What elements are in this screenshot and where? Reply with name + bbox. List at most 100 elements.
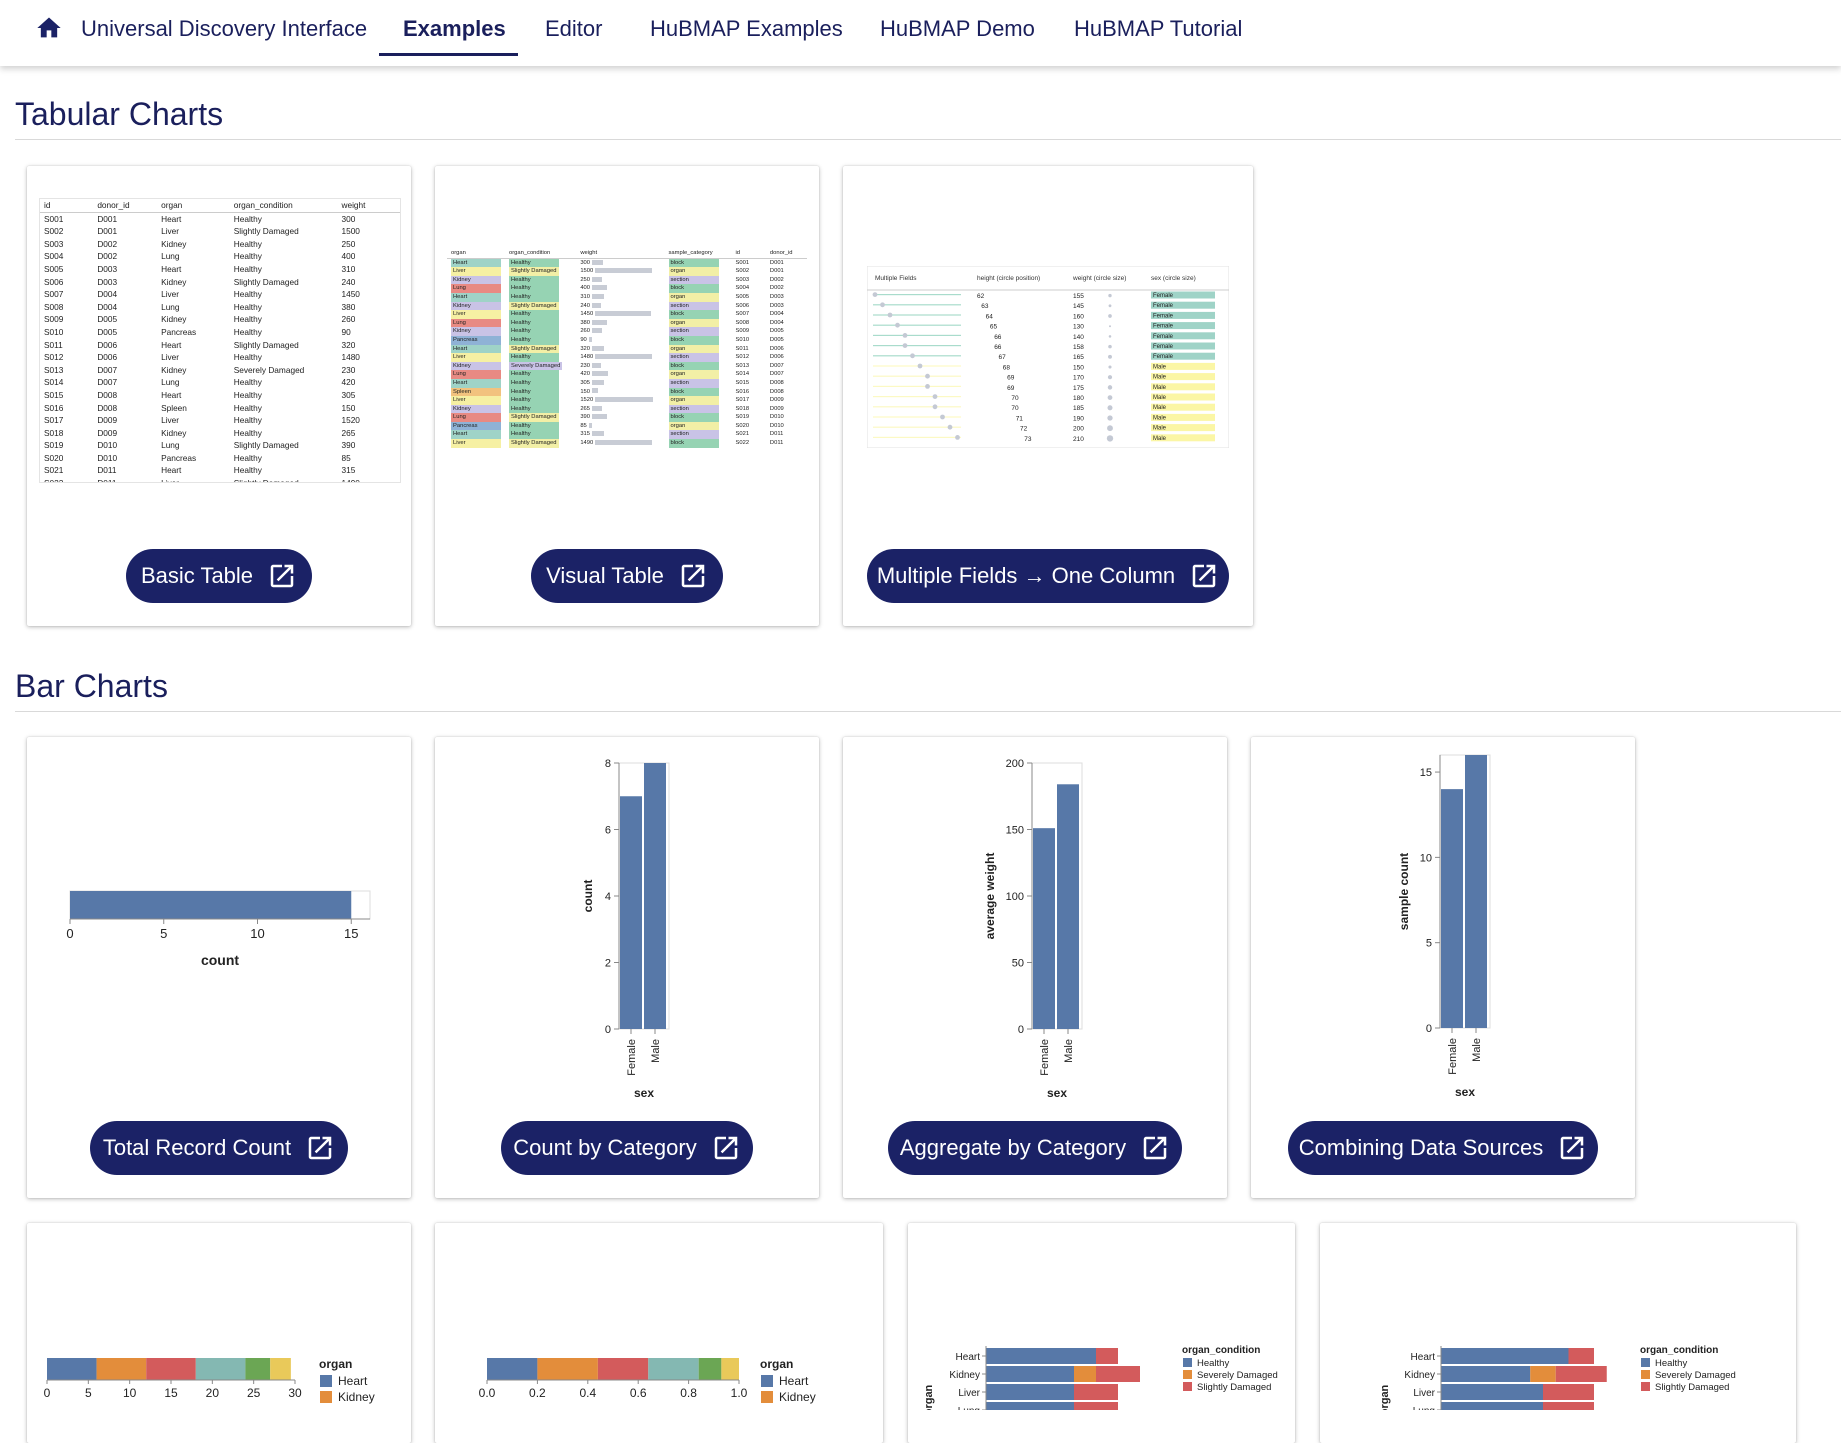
weight-dot (1107, 425, 1113, 432)
category-chip: organ (668, 292, 719, 302)
brand-link[interactable]: Universal Discovery Interface (81, 16, 367, 42)
category-chip: organ (668, 370, 719, 379)
open-in-new-icon (681, 564, 705, 588)
open-in-new-icon (1143, 1136, 1167, 1160)
legend-swatch (1641, 1358, 1650, 1367)
column-header: Multiple Fields (875, 275, 917, 282)
weight-value: 85 (580, 422, 587, 429)
table-row: Liver Healthy 1450 block S007 D004 (447, 310, 807, 319)
category-chip: organ (668, 267, 719, 276)
organ-chip: Liver (451, 396, 501, 405)
table-cell: 265 (341, 427, 356, 438)
multiple-fields-preview: Multiple Fields height (circle position) w… (867, 266, 1229, 448)
table-row: S006 D003 Kidney Slightly Damaged 240 (40, 276, 400, 289)
bar-segment (195, 1358, 246, 1380)
sex-value: Female (1153, 303, 1174, 309)
table-cell: S009 (44, 314, 64, 325)
category-chip: block (668, 387, 719, 397)
tab-hubmap-demo[interactable]: HuBMAP Demo (880, 16, 1035, 42)
basic-table-button[interactable]: Basic Table (126, 549, 312, 603)
condition-chip: Healthy (509, 370, 559, 379)
table-cell: D001 (769, 259, 784, 266)
table-cell: 90 (576, 336, 664, 345)
column-header: height (circle position) (977, 275, 1040, 282)
table-cell: S005 (735, 293, 750, 300)
table-cell: Healthy (233, 402, 262, 413)
weight-bar (592, 293, 604, 299)
card-combining-data-sources: Female Male 0 5 10 15 sex sample count Combinin… (1251, 737, 1635, 1198)
legend-title: organ_condition (1640, 1345, 1718, 1356)
condition-chip: Healthy (509, 387, 559, 397)
table-cell: S019 (44, 440, 64, 451)
column-header: sample_category (664, 249, 732, 259)
aggregate-by-category-button[interactable]: Aggregate by Category (888, 1121, 1182, 1175)
tab-hubmap-examples[interactable]: HuBMAP Examples (650, 16, 843, 42)
table-cell: D007 (97, 364, 118, 375)
table-cell: S007 (735, 311, 750, 318)
weight-bar (592, 362, 601, 368)
organ-chip: Kidney (451, 404, 501, 414)
weight-value: 190 (1073, 415, 1084, 422)
tab-examples[interactable]: Examples (403, 16, 506, 42)
tab-editor[interactable]: Editor (545, 16, 602, 42)
legend-label: Slightly Damaged (1655, 1382, 1729, 1393)
table-cell: S016 (735, 388, 750, 395)
combining-data-sources-button[interactable]: Combining Data Sources (1288, 1121, 1598, 1175)
bar-segment (1530, 1366, 1556, 1382)
legend-label: Heart (338, 1374, 368, 1388)
table-row: S020 D010 Pancreas Healthy 85 (40, 452, 400, 465)
weight-value: 240 (580, 302, 590, 309)
weight-dot (1108, 293, 1112, 298)
bar-segment (698, 1358, 722, 1380)
table-cell: Pancreas (161, 452, 197, 463)
chart-aggregate-by-category: Female Male 0 50 100 150 200 sex average weight (983, 758, 1083, 1100)
table-cell: S009 (735, 328, 750, 335)
category-chip: block (668, 413, 719, 422)
chart-stacked-condition-2: Heart Kidney Liver Lung organ organ_condition… (1379, 1345, 1736, 1410)
table-row: Kidney Severely Damaged 230 block S013 D007 (447, 361, 807, 371)
table-cell: S007 (44, 289, 64, 300)
weight-bar (592, 431, 605, 437)
bar-segment (270, 1358, 291, 1380)
visual-table-label: Visual Table (546, 563, 664, 588)
home-icon[interactable] (34, 14, 64, 42)
height-value: 62 (977, 293, 985, 300)
weight-value: 175 (1073, 385, 1084, 392)
table-row: S019 D010 Lung Slightly Damaged 390 (40, 439, 400, 452)
weight-bar (592, 345, 605, 351)
table-cell: 1450 (576, 310, 664, 319)
bar-segment (537, 1358, 598, 1380)
table-cell: Heart (447, 344, 505, 354)
table-cell: D009 (97, 427, 118, 438)
row-line (873, 304, 961, 306)
x-tick-label: 15 (164, 1386, 178, 1400)
multiple-fields-button[interactable]: Multiple Fields → One Column (867, 549, 1229, 603)
table-row: S016 D008 Spleen Healthy 150 (40, 402, 400, 415)
visual-table-button[interactable]: Visual Table (531, 549, 723, 603)
card-stacked-condition-1: Heart Kidney Liver Lung organ organ_condition… (908, 1223, 1295, 1443)
condition-chip: Healthy (509, 404, 559, 414)
table-cell: S005 (44, 263, 64, 274)
table-row: S014 D007 Lung Healthy 420 (40, 376, 400, 389)
table-cell: Healthy (505, 335, 576, 345)
x-tick-label: 0.4 (579, 1386, 596, 1400)
table-cell: Healthy (233, 452, 262, 463)
table-cell: Heart (447, 292, 505, 302)
table-cell: D007 (769, 371, 784, 378)
table-cell: 310 (576, 293, 664, 302)
weight-bar (595, 311, 651, 317)
bar (1057, 784, 1079, 1029)
weight-value: 155 (1073, 293, 1084, 300)
y-tick-label: Heart (956, 1352, 981, 1363)
table-cell: Heart (161, 389, 182, 400)
table-cell: S008 (735, 319, 750, 326)
bar-segment (1441, 1366, 1531, 1382)
table-row: Pancreas Healthy 90 block S010 D005 (447, 335, 807, 345)
count-by-category-button[interactable]: Count by Category (501, 1121, 753, 1175)
x-tick-label: 20 (206, 1386, 220, 1400)
total-record-count-button[interactable]: Total Record Count (90, 1121, 348, 1175)
table-cell: organ (665, 318, 732, 328)
row-line (873, 375, 961, 377)
bar-segment (1568, 1348, 1594, 1364)
tab-hubmap-tutorial[interactable]: HuBMAP Tutorial (1074, 16, 1242, 42)
